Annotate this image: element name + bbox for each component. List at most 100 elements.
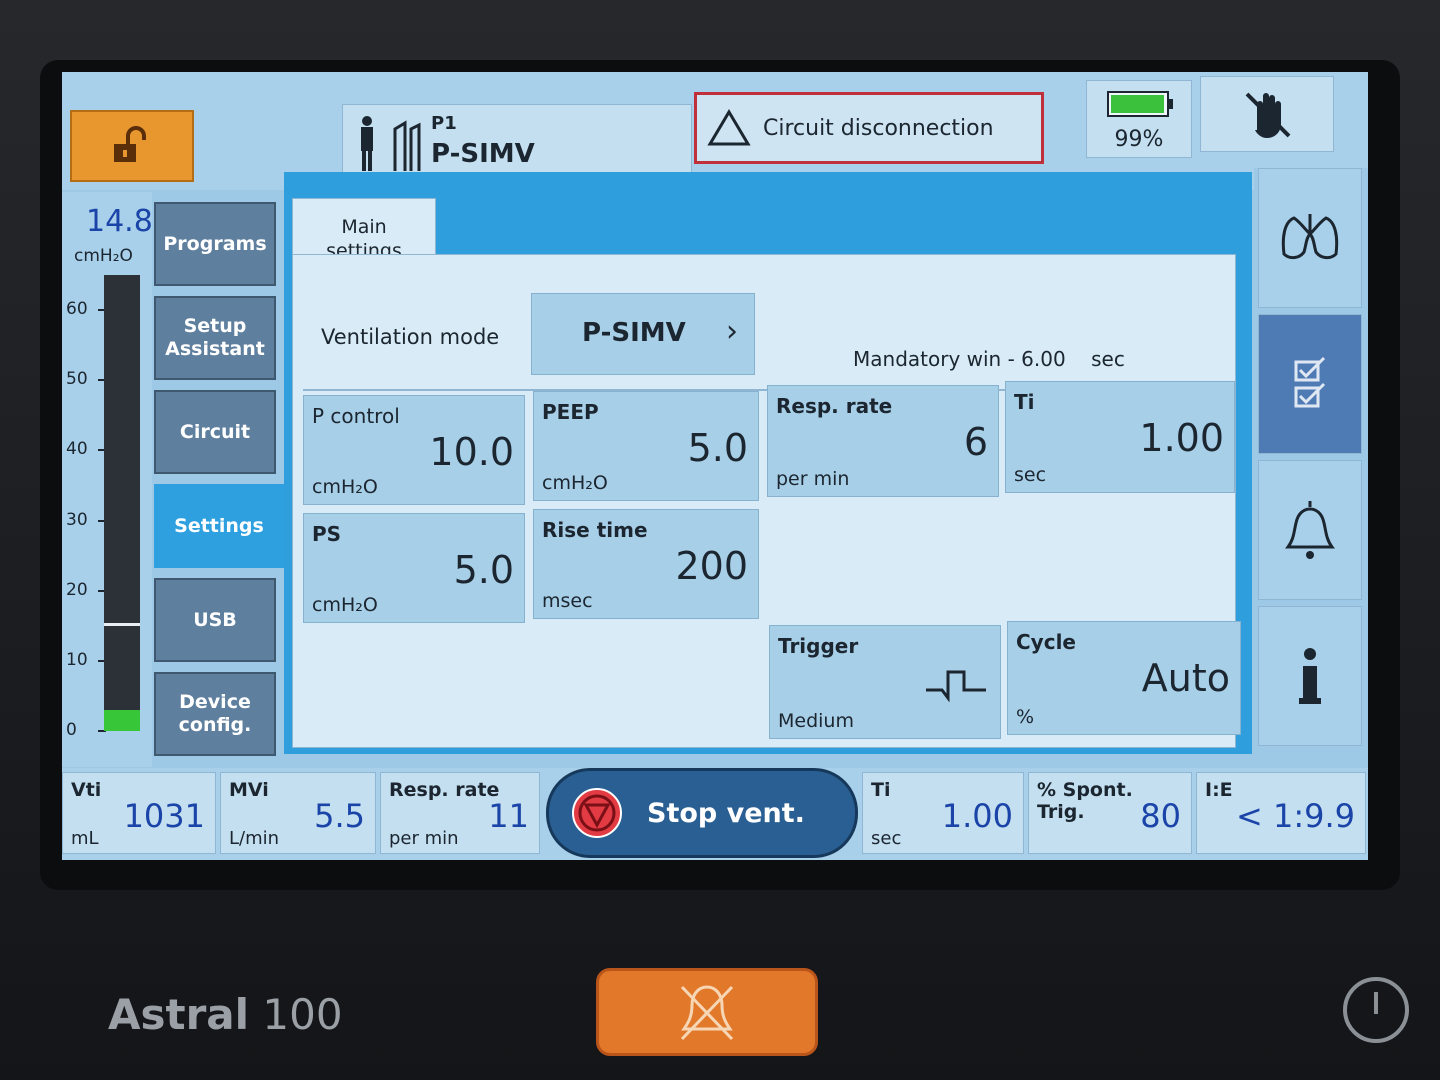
resp-rate-monitor-unit: per min xyxy=(389,828,459,849)
nav-settings-label: Settings xyxy=(174,514,264,537)
battery-fill xyxy=(1111,95,1164,113)
spont-trig-monitor[interactable]: % Spont. Trig. 80 xyxy=(1028,772,1192,854)
p-control-unit: cmH₂O xyxy=(312,476,378,498)
ti-unit: sec xyxy=(1014,464,1047,486)
trigger-title: Trigger xyxy=(778,634,859,658)
hand-crossed-icon xyxy=(1245,92,1291,138)
patient-circuit-icon xyxy=(361,116,421,171)
monitor-lungs-button[interactable] xyxy=(1258,168,1362,308)
screen-lock-button[interactable] xyxy=(1200,76,1334,152)
nav-programs[interactable]: Programs xyxy=(154,202,276,286)
nav-setup-assistant-label: Setup Assistant xyxy=(165,315,265,360)
resp-rate-monitor-title: Resp. rate xyxy=(389,779,500,801)
settings-panel: Main settings Ventilation mode P-SIMV › … xyxy=(284,172,1252,754)
gauge-tick-label: 10 xyxy=(66,650,108,670)
gauge-tick-label: 60 xyxy=(66,299,108,319)
peep-setting[interactable]: PEEP 5.0 cmH₂O xyxy=(533,391,759,501)
gauge-tick-label: 40 xyxy=(66,439,108,459)
cycle-value: Auto xyxy=(1141,656,1230,700)
resp-rate-monitor[interactable]: Resp. rate 11 per min xyxy=(380,772,540,854)
monitoring-bar: Vti 1031 mL MVi 5.5 L/min Resp. rate 11 … xyxy=(62,768,1368,860)
bell-icon xyxy=(1285,501,1335,559)
patient-program-indicator[interactable]: P1 P-SIMV xyxy=(342,104,692,180)
p-control-value: 10.0 xyxy=(429,430,514,474)
ti-value: 1.00 xyxy=(1139,416,1224,460)
peep-value: 5.0 xyxy=(687,426,748,470)
ie-ratio-monitor[interactable]: I:E < 1:9.9 xyxy=(1196,772,1366,854)
rise-time-value: 200 xyxy=(675,544,748,588)
trigger-setting[interactable]: Trigger Medium xyxy=(769,625,1001,739)
ti-title: Ti xyxy=(1014,390,1035,414)
ti-monitor-unit: sec xyxy=(871,828,902,849)
cycle-title: Cycle xyxy=(1016,630,1076,654)
spont-trig-title: % Spont. Trig. xyxy=(1037,779,1133,823)
main-settings-content: Ventilation mode P-SIMV › Mandatory win … xyxy=(292,254,1241,748)
rise-time-title: Rise time xyxy=(542,518,648,542)
power-icon[interactable] xyxy=(1340,974,1412,1046)
vti-monitor[interactable]: Vti 1031 mL xyxy=(62,772,216,854)
stop-ventilation-button[interactable]: Stop vent. xyxy=(546,768,858,858)
vti-value: 1031 xyxy=(123,797,205,835)
resp-rate-title: Resp. rate xyxy=(776,394,893,418)
rise-time-unit: msec xyxy=(542,590,593,612)
pressure-bar-fill xyxy=(104,710,140,731)
brand-name: Astral xyxy=(108,990,250,1039)
ie-ratio-value: < 1:9.9 xyxy=(1235,797,1355,835)
peep-unit: cmH₂O xyxy=(542,472,608,494)
ti-monitor[interactable]: Ti 1.00 sec xyxy=(862,772,1024,854)
nav-circuit[interactable]: Circuit xyxy=(154,390,276,474)
gauge-tick-label: 0 xyxy=(66,720,108,740)
unlock-button[interactable] xyxy=(70,110,194,182)
resp-rate-setting[interactable]: Resp. rate 6 per min xyxy=(767,385,999,497)
device-brand: Astral 100 xyxy=(108,990,343,1039)
warning-triangle-icon xyxy=(707,109,751,146)
ti-monitor-value: 1.00 xyxy=(941,797,1013,835)
nav-setup-assistant[interactable]: Setup Assistant xyxy=(154,296,276,380)
mvi-value: 5.5 xyxy=(314,797,365,835)
cycle-setting[interactable]: Cycle Auto % xyxy=(1007,621,1241,735)
ventilation-mode-value: P-SIMV xyxy=(582,318,686,348)
rise-time-setting[interactable]: Rise time 200 msec xyxy=(533,509,759,619)
padlock-open-icon xyxy=(114,126,146,162)
alarm-mute-button[interactable] xyxy=(596,968,818,1056)
pressure-unit: cmH₂O xyxy=(74,246,133,266)
nav-device-config-label: Device config. xyxy=(178,691,252,736)
gauge-tick-label: 50 xyxy=(66,369,108,389)
nav-circuit-label: Circuit xyxy=(179,420,251,443)
settings-checklist-button[interactable] xyxy=(1258,314,1362,454)
ps-value: 5.0 xyxy=(453,548,514,592)
alarms-button[interactable] xyxy=(1258,460,1362,600)
alarm-message: Circuit disconnection xyxy=(763,115,994,141)
battery-percent: 99% xyxy=(1114,127,1164,152)
resp-rate-monitor-value: 11 xyxy=(488,797,529,835)
program-label: P1 xyxy=(431,113,457,134)
alarm-banner[interactable]: Circuit disconnection xyxy=(694,92,1044,164)
vti-unit: mL xyxy=(71,828,99,849)
pressure-value: 14.8 xyxy=(86,204,153,239)
p-control-setting[interactable]: P control 10.0 cmH₂O xyxy=(303,395,525,505)
ti-setting[interactable]: Ti 1.00 sec xyxy=(1005,381,1235,493)
ps-setting[interactable]: PS 5.0 cmH₂O xyxy=(303,513,525,623)
trigger-sensitivity: Medium xyxy=(778,710,854,732)
pressure-bar xyxy=(104,275,140,731)
nav-usb-label: USB xyxy=(193,608,237,631)
information-button[interactable] xyxy=(1258,606,1362,746)
alarm-mute-icon xyxy=(680,985,734,1041)
ie-ratio-title: I:E xyxy=(1205,779,1233,801)
ti-monitor-title: Ti xyxy=(871,779,891,801)
ventilation-mode-button[interactable]: P-SIMV › xyxy=(531,293,755,375)
gauge-tick-label: 20 xyxy=(66,580,108,600)
vti-title: Vti xyxy=(71,779,102,801)
nav-usb[interactable]: USB xyxy=(154,578,276,662)
nav-settings[interactable]: Settings xyxy=(154,484,284,568)
mvi-monitor[interactable]: MVi 5.5 L/min xyxy=(220,772,376,854)
peep-title: PEEP xyxy=(542,400,599,424)
nav-programs-label: Programs xyxy=(163,232,267,255)
gauge-tick-label: 30 xyxy=(66,510,108,530)
info-icon xyxy=(1299,648,1321,704)
mandatory-window: Mandatory win - 6.00 sec xyxy=(853,347,1125,371)
ventilation-mode-label: Ventilation mode xyxy=(321,325,500,349)
p-control-title: P control xyxy=(312,404,400,428)
battery-tip xyxy=(1169,99,1173,109)
nav-device-config[interactable]: Device config. xyxy=(154,672,276,756)
